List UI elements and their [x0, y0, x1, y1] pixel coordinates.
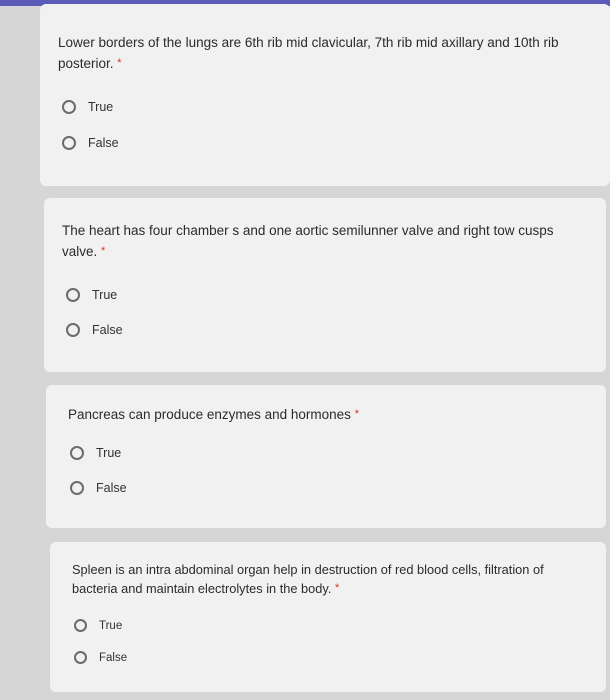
radio-button-icon[interactable]	[62, 100, 76, 114]
radio-button-icon[interactable]	[70, 481, 84, 495]
required-marker: *	[101, 245, 106, 257]
option-label: False	[99, 651, 128, 664]
question-card-2: The heart has four chamber s and one aor…	[44, 198, 606, 372]
option-true[interactable]: True	[74, 619, 122, 632]
option-label: False	[96, 481, 127, 495]
radio-button-icon[interactable]	[74, 619, 87, 632]
question-card-3: Pancreas can produce enzymes and hormone…	[46, 385, 606, 528]
option-true[interactable]: True	[62, 100, 113, 114]
question-text: Spleen is an intra abdominal organ help …	[72, 562, 544, 596]
option-label: True	[96, 446, 122, 460]
option-false[interactable]: False	[70, 481, 127, 495]
question-text: The heart has four chamber s and one aor…	[62, 223, 554, 259]
option-label: False	[92, 323, 123, 337]
option-false[interactable]: False	[66, 323, 123, 337]
question-text: Pancreas can produce enzymes and hormone…	[68, 407, 359, 422]
option-true[interactable]: True	[66, 288, 117, 302]
radio-button-icon[interactable]	[62, 136, 76, 150]
radio-button-icon[interactable]	[70, 446, 84, 460]
option-label: True	[88, 100, 114, 114]
required-marker: *	[117, 57, 122, 69]
question-card-1: Lower borders of the lungs are 6th rib m…	[40, 4, 610, 186]
option-label: True	[92, 288, 118, 302]
required-marker: *	[334, 582, 340, 594]
radio-button-icon[interactable]	[66, 288, 80, 302]
radio-button-icon[interactable]	[74, 651, 87, 664]
option-label: True	[99, 619, 123, 632]
option-false[interactable]: False	[74, 651, 127, 664]
question-text: Lower borders of the lungs are 6th rib m…	[58, 35, 559, 71]
question-card-4: Spleen is an intra abdominal organ help …	[50, 542, 606, 692]
option-true[interactable]: True	[70, 446, 121, 460]
required-marker: *	[354, 408, 359, 420]
radio-button-icon[interactable]	[66, 323, 80, 337]
option-label: False	[88, 136, 119, 150]
option-false[interactable]: False	[62, 136, 119, 150]
